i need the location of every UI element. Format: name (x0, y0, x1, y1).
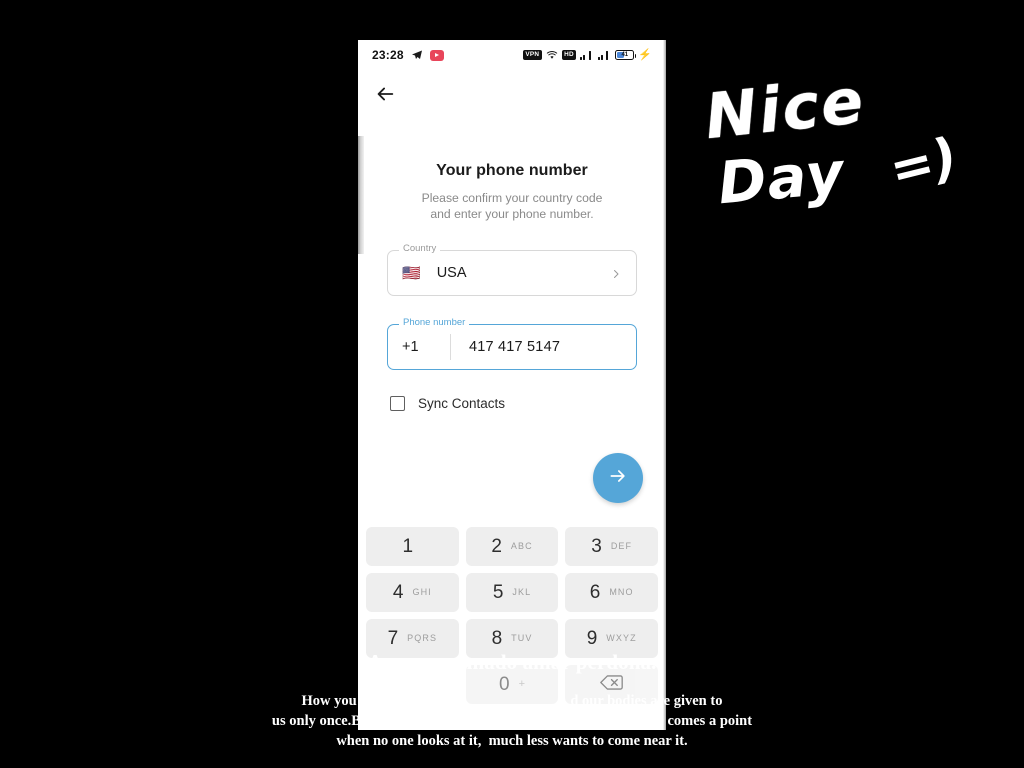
phone-field-label: Phone number (399, 318, 470, 328)
battery-percent-label: 41 (621, 52, 629, 58)
page-title: Your phone number (436, 162, 588, 179)
screenshot-root: 23:28 VPN HD 41 ⚡ Your phone number Plea… (0, 0, 1024, 768)
signal-sim2-icon (597, 50, 612, 60)
vpn-badge: VPN (522, 50, 542, 60)
handwriting-word-nice: Nice (701, 63, 869, 154)
key-9-digit: 9 (586, 628, 598, 649)
phone-number-field[interactable]: Phone number +1 417 417 5147 (387, 318, 637, 371)
phone-left-edge-shadow (358, 136, 364, 254)
key-2[interactable]: 2 ABC (465, 527, 559, 566)
signal-sim1-icon (580, 50, 594, 60)
country-select-field[interactable]: Country 🇺🇸 USA (387, 244, 637, 297)
key-6[interactable]: 6 MNO (565, 573, 659, 612)
page-subtitle-line1: Please confirm your country code (421, 191, 603, 205)
chevron-right-icon (610, 267, 622, 279)
caption-headline: Amor c o amado amar perdona. (367, 650, 657, 674)
key-9-letters: WXYZ (606, 633, 637, 643)
charging-bolt-icon: ⚡ (638, 48, 652, 61)
handwriting-emoticon: =) (883, 126, 964, 202)
country-field-label: Country (399, 244, 441, 254)
key-8-digit: 8 (491, 628, 503, 649)
country-value: USA (436, 265, 467, 282)
key-4-letters: GHI (412, 587, 432, 597)
page-subtitle: Please confirm your country code and ent… (387, 190, 637, 222)
key-7-letters: PQRS (407, 633, 438, 643)
key-7-digit: 7 (387, 628, 399, 649)
youtube-icon (429, 49, 444, 61)
caption-body-line2: us only once.Before you know it, h as yo… (271, 713, 753, 729)
phone-screen: 23:28 VPN HD 41 ⚡ Your phone number Plea… (358, 40, 666, 730)
handwritten-overlay: Nice Day =) (700, 64, 964, 232)
sync-contacts-label: Sync Contacts (418, 396, 506, 412)
key-2-digit: 2 (491, 536, 502, 557)
key-5[interactable]: 5 JKL (465, 573, 559, 612)
key-3-digit: 3 (591, 536, 602, 557)
caption-body: How you live your life is y d our bodies… (0, 691, 1024, 751)
keypad-row-2: 4 GHI 5 JKL 6 MNO (366, 573, 659, 612)
handwriting-word-day: Day (715, 138, 848, 218)
status-bar-clock: 23:28 (372, 48, 404, 62)
status-bar-right: VPN HD 41 ⚡ (522, 48, 652, 61)
dial-code-prefix: +1 (402, 339, 419, 356)
key-1-digit: 1 (402, 536, 414, 557)
status-bar-left: 23:28 (372, 48, 444, 62)
status-bar: 23:28 VPN HD 41 ⚡ (358, 40, 666, 70)
keypad-row-1: 1 2 ABC 3 DEF (366, 527, 659, 566)
arrow-left-icon[interactable] (374, 83, 396, 105)
key-5-digit: 5 (492, 582, 504, 603)
key-6-digit: 6 (589, 582, 601, 603)
key-3[interactable]: 3 DEF (565, 527, 659, 566)
key-4[interactable]: 4 GHI (366, 573, 459, 612)
us-flag-icon: 🇺🇸 (402, 264, 421, 282)
numeric-keypad: 1 2 ABC 3 DEF 4 GHI 5 JKL 6 MNO 7 PQRS 8… (358, 520, 666, 711)
key-3-letters: DEF (610, 541, 633, 551)
battery-icon: 41 (615, 50, 637, 60)
main-content: Your phone number Please confirm your co… (358, 162, 666, 412)
key-8-letters: TUV (511, 633, 533, 643)
telegram-icon (411, 49, 423, 61)
sync-contacts-checkbox[interactable] (390, 396, 405, 412)
wifi-icon (546, 50, 558, 60)
key-4-digit: 4 (392, 582, 404, 603)
hd-badge: HD (561, 50, 577, 60)
caption-body-line3: when no one looks at it, much less wants… (336, 733, 688, 749)
field-divider (450, 334, 451, 361)
caption-body-line1: How you live your life is y d our bodies… (301, 693, 723, 709)
key-5-letters: JKL (512, 587, 532, 597)
key-6-letters: MNO (609, 587, 634, 597)
key-2-letters: ABC (510, 541, 533, 551)
continue-fab-button[interactable] (593, 453, 643, 503)
key-0-plus: + (518, 678, 526, 690)
app-bar (358, 70, 666, 118)
arrow-right-icon (608, 466, 628, 491)
sync-contacts-row[interactable]: Sync Contacts (387, 396, 637, 412)
phone-number-input[interactable]: 417 417 5147 (469, 339, 560, 355)
key-1[interactable]: 1 (366, 527, 459, 566)
page-subtitle-line2: and enter your phone number. (430, 207, 594, 222)
